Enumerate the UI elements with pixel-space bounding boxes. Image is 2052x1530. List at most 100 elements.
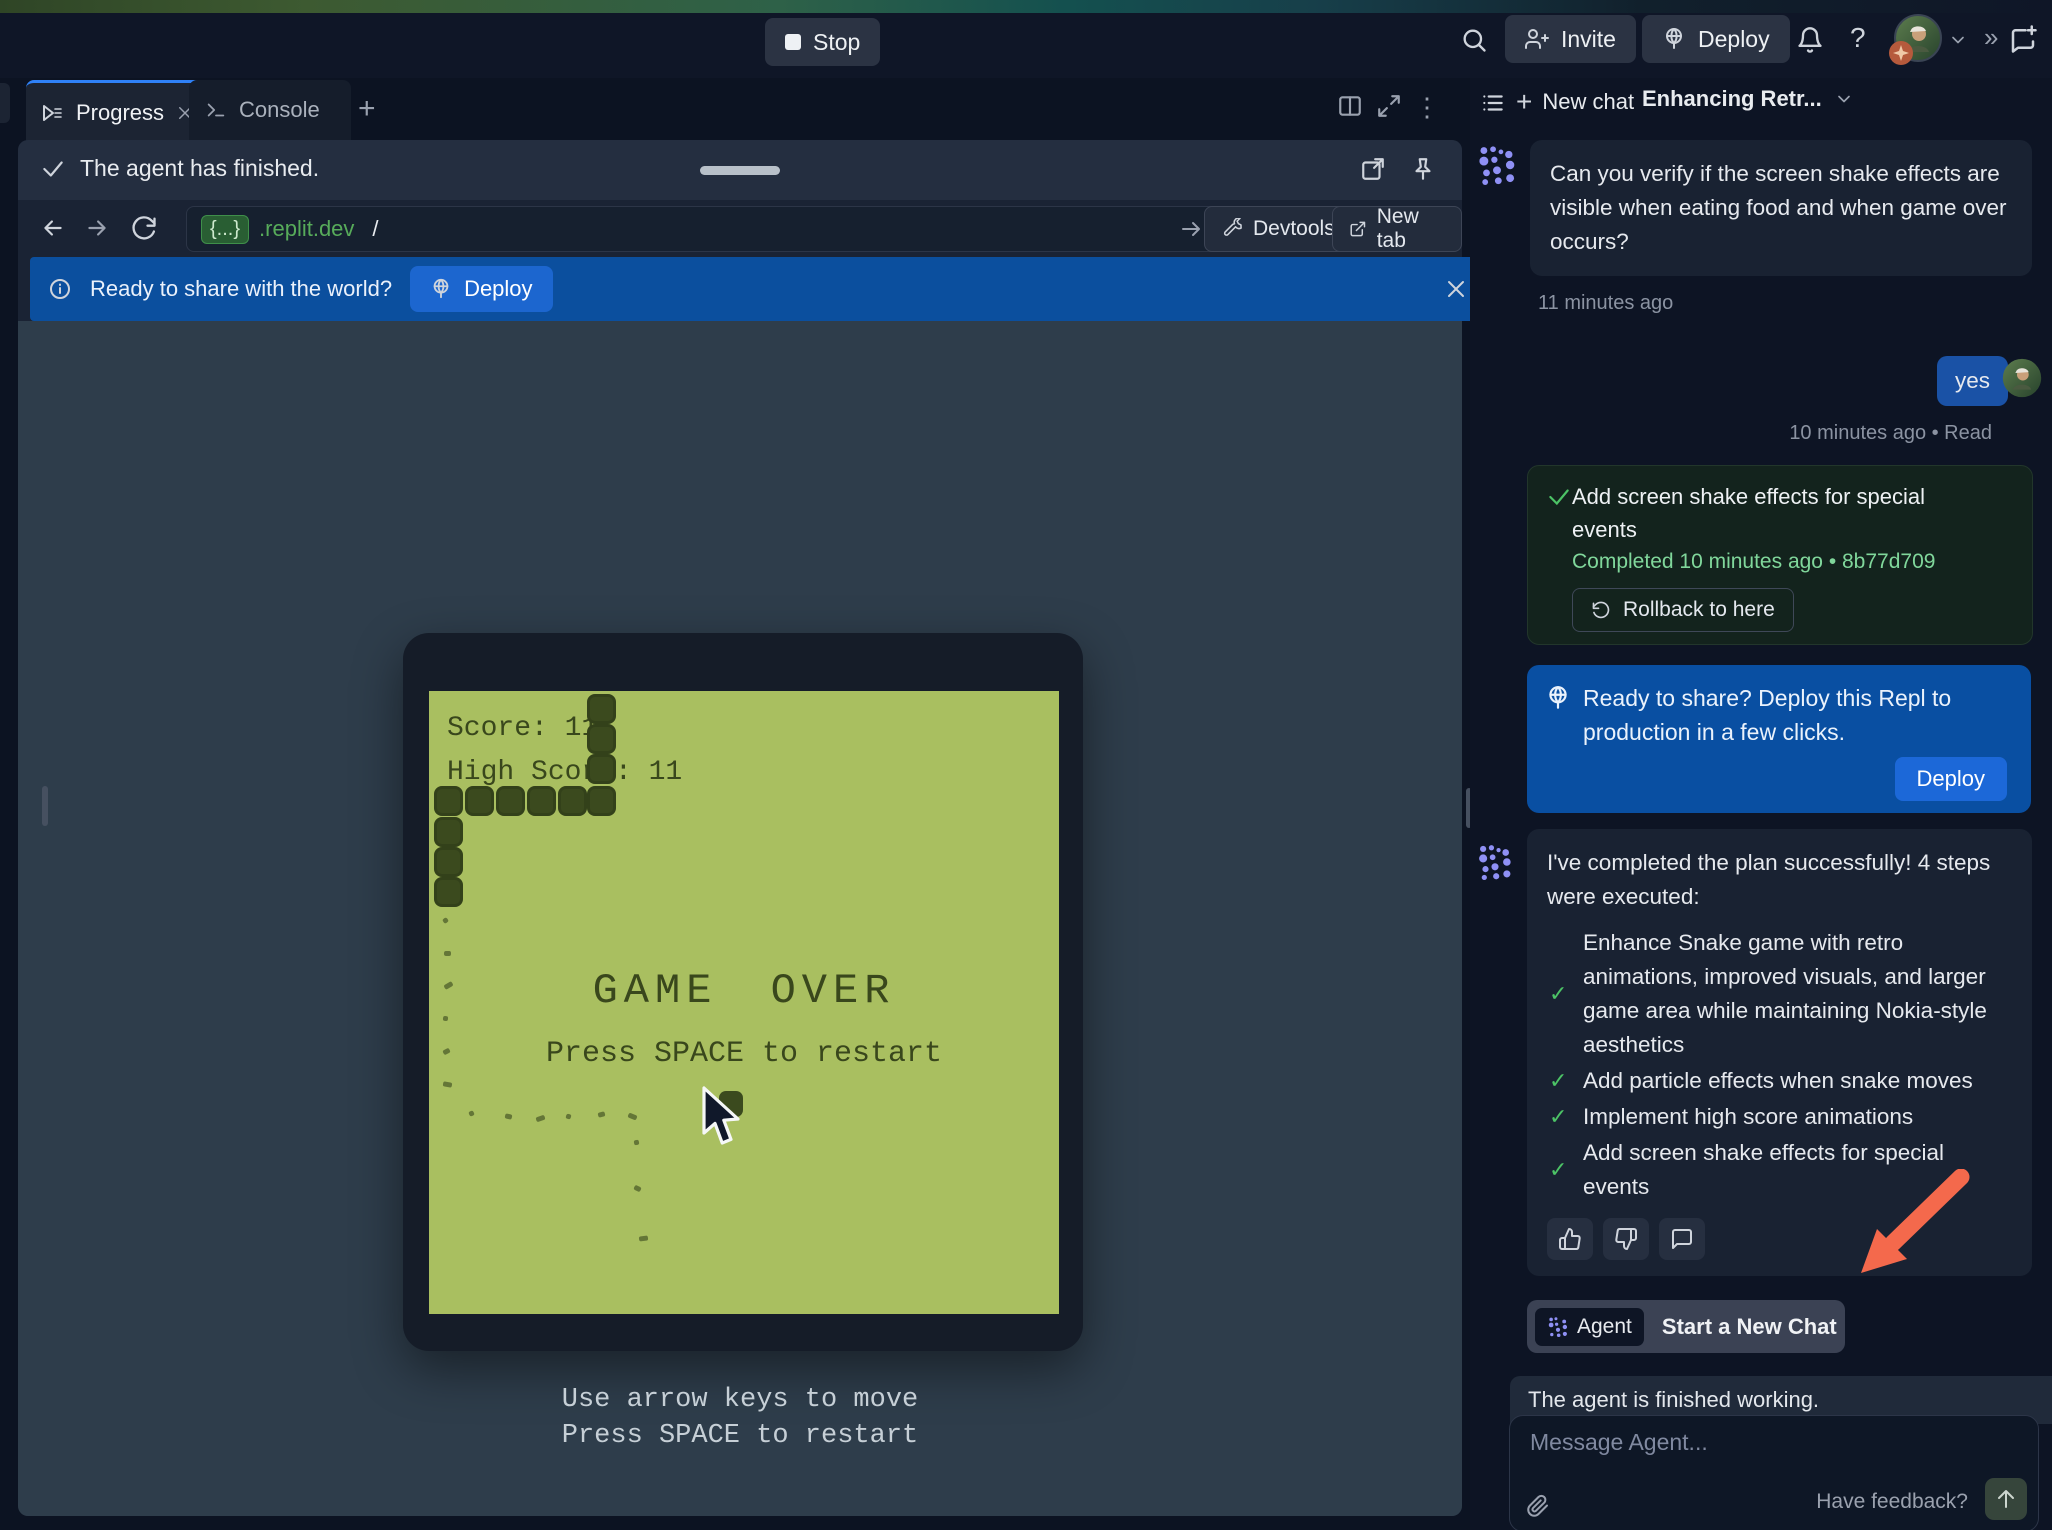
split-pane-icon[interactable] bbox=[1337, 93, 1363, 119]
thumbs-up-button[interactable] bbox=[1547, 1218, 1593, 1260]
user-plus-icon bbox=[1525, 27, 1549, 51]
back-icon[interactable] bbox=[40, 215, 66, 241]
snake-segment bbox=[587, 694, 616, 724]
new-tab-button[interactable]: New tab bbox=[1332, 206, 1462, 252]
avatar[interactable] bbox=[1894, 14, 1942, 62]
banner-close-icon[interactable] bbox=[1444, 277, 1468, 301]
notifications-icon[interactable] bbox=[1796, 26, 1824, 54]
start-new-chat-button[interactable]: Agent Start a New Chat bbox=[1527, 1300, 1845, 1353]
tab-console[interactable]: Console bbox=[189, 80, 351, 140]
particle bbox=[443, 1081, 453, 1087]
particle bbox=[633, 1185, 641, 1193]
banner-deploy-button[interactable]: Deploy bbox=[410, 266, 552, 312]
stop-icon bbox=[785, 34, 801, 50]
agent-logo-icon bbox=[1547, 1316, 1569, 1338]
drag-handle[interactable] bbox=[700, 166, 780, 175]
chevron-down-icon bbox=[1834, 89, 1854, 109]
url-masked-badge: {...} bbox=[201, 215, 249, 244]
deploy-icon bbox=[1662, 27, 1686, 51]
deploy-card-button[interactable]: Deploy bbox=[1895, 757, 2007, 801]
external-link-icon bbox=[1349, 219, 1367, 239]
particle bbox=[444, 951, 451, 956]
plan-step-text: Add particle effects when snake moves bbox=[1583, 1064, 2011, 1098]
new-chat-label: New chat bbox=[1542, 89, 1634, 115]
deploy-banner: Ready to share with the world? Deploy bbox=[30, 257, 1486, 321]
particle bbox=[597, 1111, 605, 1118]
open-in-new-icon[interactable] bbox=[1360, 156, 1386, 182]
snake-segment bbox=[587, 754, 616, 784]
chat-title-dropdown[interactable]: Enhancing Retr... bbox=[1642, 86, 1854, 112]
snake-segment bbox=[465, 786, 494, 816]
invite-button[interactable]: Invite bbox=[1505, 15, 1636, 63]
annotation-arrow bbox=[1857, 1169, 1971, 1279]
terminal-icon bbox=[205, 99, 227, 121]
collapse-icon[interactable]: » bbox=[1984, 22, 1998, 53]
send-button[interactable] bbox=[1985, 1478, 2027, 1520]
thumbs-down-button[interactable] bbox=[1603, 1218, 1649, 1260]
comment-button[interactable] bbox=[1659, 1218, 1705, 1260]
particle bbox=[639, 1235, 649, 1241]
devtools-button[interactable]: Devtools bbox=[1204, 206, 1352, 252]
rollback-button[interactable]: Rollback to here bbox=[1572, 588, 1794, 632]
pin-icon[interactable] bbox=[1410, 156, 1436, 182]
url-path: / bbox=[372, 216, 378, 242]
snake-segment bbox=[434, 817, 463, 847]
help-icon[interactable]: ? bbox=[1850, 22, 1866, 54]
snake-segment bbox=[558, 786, 587, 816]
kebab-menu-icon[interactable]: ⋮ bbox=[1414, 92, 1440, 123]
thumbs-up-icon bbox=[1558, 1227, 1582, 1251]
pane-resize-handle-left[interactable] bbox=[42, 786, 48, 826]
plan-step: ✓ Add particle effects when snake moves bbox=[1549, 1064, 2012, 1098]
plan-step: ✓ Enhance Snake game with retro animatio… bbox=[1549, 926, 2012, 1062]
particle bbox=[634, 1140, 640, 1146]
user-avatar bbox=[2002, 358, 2042, 398]
message-input[interactable] bbox=[1528, 1428, 2012, 1457]
message-input-box: Have feedback? bbox=[1509, 1415, 2039, 1530]
progress-icon bbox=[40, 101, 64, 125]
check-icon: ✓ bbox=[1549, 1153, 1569, 1187]
stop-button[interactable]: Stop bbox=[765, 18, 880, 66]
reload-icon[interactable] bbox=[130, 214, 158, 242]
high-score-text: High Score: 11 bbox=[447, 757, 682, 788]
chat-list-icon[interactable] bbox=[1480, 90, 1506, 116]
expand-icon[interactable] bbox=[1376, 93, 1402, 119]
game-screen[interactable]: Score: 11 High Score: 11 GAME OVER Press… bbox=[429, 691, 1059, 1314]
snake-segment bbox=[434, 786, 463, 816]
feedback-link[interactable]: Have feedback? bbox=[1816, 1490, 1968, 1514]
checkpoint-title: Add screen shake effects for special eve… bbox=[1572, 480, 1992, 546]
chat-title: Enhancing Retr... bbox=[1642, 86, 1822, 112]
agent-message: Can you verify if the screen shake effec… bbox=[1530, 140, 2032, 276]
snake-segment bbox=[587, 724, 616, 754]
agent-avatar bbox=[1476, 144, 1518, 186]
plus-icon: + bbox=[1516, 86, 1532, 118]
tab-progress-label: Progress bbox=[76, 100, 164, 126]
comment-icon bbox=[1670, 1227, 1694, 1251]
add-tab-button[interactable]: + bbox=[358, 92, 376, 126]
replit-workspace: Stop Invite Deploy ? bbox=[0, 0, 2052, 1530]
chevron-down-icon[interactable] bbox=[1948, 30, 1968, 50]
particle bbox=[504, 1113, 512, 1120]
checkpoint-meta: Completed 10 minutes ago • 8b77d709 bbox=[1572, 550, 1935, 574]
deploy-icon bbox=[1545, 685, 1571, 711]
game-over-text: GAME OVER bbox=[429, 967, 1059, 1015]
snake-segment bbox=[527, 786, 556, 816]
banner-deploy-label: Deploy bbox=[464, 276, 532, 302]
new-chat-panel-icon[interactable] bbox=[2008, 24, 2038, 54]
attach-icon[interactable] bbox=[1526, 1493, 1550, 1517]
tab-progress[interactable]: Progress bbox=[26, 80, 215, 143]
new-chat-button[interactable]: + New chat bbox=[1516, 86, 1634, 118]
invite-label: Invite bbox=[1561, 26, 1616, 53]
search-icon[interactable] bbox=[1460, 26, 1488, 54]
score-text: Score: 11 bbox=[447, 713, 598, 744]
dock-fragment[interactable] bbox=[0, 83, 10, 123]
snake-segment bbox=[587, 786, 616, 816]
check-icon: ✓ bbox=[1549, 1064, 1569, 1098]
check-icon: ✓ bbox=[1549, 977, 1569, 1011]
forward-icon[interactable] bbox=[84, 215, 110, 241]
url-bar[interactable]: {...} .replit.dev / bbox=[186, 206, 1218, 252]
check-icon bbox=[1546, 484, 1572, 510]
deploy-icon bbox=[430, 278, 452, 300]
deploy-button[interactable]: Deploy bbox=[1642, 15, 1790, 63]
go-icon[interactable] bbox=[1179, 217, 1203, 241]
agent-pill: Agent bbox=[1535, 1308, 1644, 1346]
